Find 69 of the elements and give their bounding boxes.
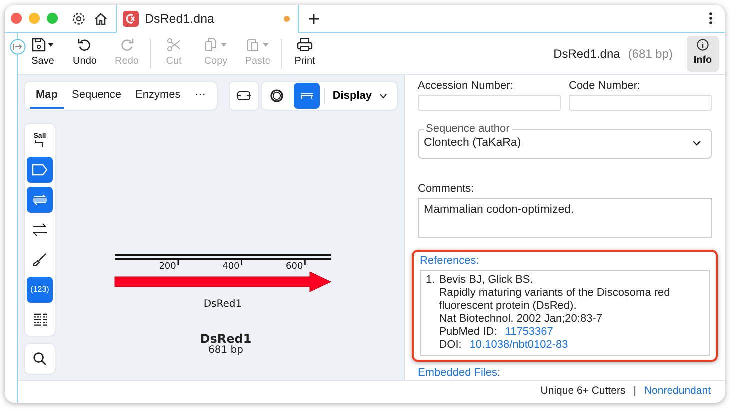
primer-icon [32, 193, 48, 207]
reference-title: Rapidly maturing variants of the Discosoma red fluorescent protein (DsRed). [439, 287, 672, 313]
add-tab-icon[interactable] [309, 14, 319, 24]
cutters-label: Unique 6+ Cutters [540, 384, 626, 400]
input-field[interactable] [418, 95, 561, 111]
feature-arrow[interactable] [114, 272, 331, 292]
status-separator: | [634, 384, 636, 400]
file-tab[interactable]: DsRed1.dna [116, 5, 299, 33]
ruler-tick-label: 600 [286, 262, 303, 272]
search-button[interactable] [25, 344, 55, 374]
expand-sidebar-icon[interactable] [10, 39, 26, 55]
linear-view-icon [236, 90, 251, 102]
brush-icon [33, 253, 47, 267]
author-select[interactable]: Sequence author Clontech (TaKaRa) [418, 123, 712, 160]
printer-icon [297, 38, 313, 52]
file-icon [123, 11, 139, 27]
settings-icon[interactable] [72, 12, 86, 26]
primer-tool[interactable] [27, 187, 53, 213]
reference-journal: Nat Biotechnol. 2002 Jan;20:83-7 [439, 313, 604, 326]
nonredundant-link[interactable]: Nonredundant [644, 384, 711, 400]
doi-link[interactable]: 10.1038/nbt0102-83 [470, 339, 568, 352]
feature-label: DsRed1 [203, 299, 242, 310]
reference-number: 1. [426, 274, 436, 288]
view-tab[interactable]: Map [30, 83, 64, 109]
references-link[interactable]: References: [420, 255, 710, 268]
search-icon [33, 352, 47, 366]
view-button[interactable] [230, 82, 258, 110]
feature-icon [32, 164, 48, 176]
chevron-down-icon [380, 94, 387, 98]
view-tab[interactable]: Sequence [66, 83, 128, 109]
file-name: DsRed1.dna [554, 46, 620, 62]
field-label: Code Number: [569, 80, 642, 93]
sequence-length: (681 bp) [628, 46, 673, 62]
ruler-tick-label: 200 [158, 262, 176, 272]
chevron-down-icon [693, 141, 701, 146]
undo-button[interactable]: Undo [64, 34, 106, 74]
redo-icon [120, 38, 134, 52]
circular-map-icon [270, 89, 284, 103]
sequence-length: 681 bp [208, 345, 244, 357]
more-icon[interactable] [709, 12, 713, 25]
field-label: Accession Number: [418, 80, 514, 93]
reference-authors: Bevis BJ, Glick BS. [439, 274, 534, 287]
numbers-tool[interactable]: (123) [27, 277, 53, 303]
info-icon [697, 39, 709, 51]
view-tab[interactable]: ⋯ [188, 83, 212, 109]
field-label: DOI: [439, 339, 462, 352]
ruler-tick-label: 400 [222, 262, 240, 272]
view-tab[interactable]: Enzymes [130, 83, 187, 109]
feature-tool[interactable] [27, 157, 53, 183]
cut-site-icon [34, 140, 45, 147]
pubmed-link[interactable]: 11753367 [505, 326, 554, 339]
field-label: Sequence author [425, 123, 511, 135]
input-field[interactable] [569, 95, 712, 111]
field-label: Comments: [418, 183, 476, 196]
arrows-icon [32, 223, 48, 237]
embedded-files-link[interactable]: Embedded Files: [418, 367, 712, 380]
list-icon [32, 313, 48, 327]
linear-map-icon [300, 91, 314, 101]
save-button[interactable]: Save [22, 34, 64, 74]
home-icon[interactable] [94, 12, 108, 26]
undo-icon [78, 38, 92, 52]
close-button[interactable] [11, 13, 22, 24]
print-button[interactable]: Print [284, 34, 326, 74]
field-label: PubMed ID: [439, 326, 498, 339]
save-icon [32, 38, 48, 52]
map-title: DsRed1 [200, 333, 252, 345]
scissors-icon [167, 38, 181, 52]
comments-field[interactable]: Mammalian codon-optimized. [418, 198, 712, 238]
info-button[interactable]: Info [687, 36, 719, 72]
